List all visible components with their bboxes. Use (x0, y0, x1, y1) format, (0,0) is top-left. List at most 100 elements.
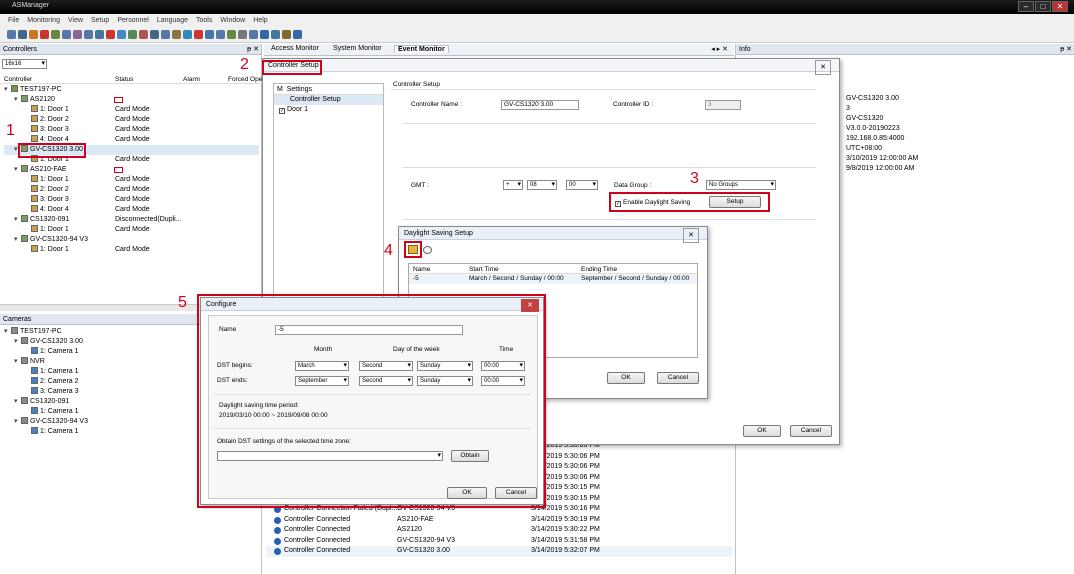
toolbar-icon[interactable] (7, 30, 16, 39)
tree-item-door[interactable]: ✓ Door 1 (274, 105, 383, 115)
tree-column-m: M (277, 86, 283, 93)
toolbar-icon[interactable] (128, 30, 137, 39)
menu-item[interactable]: Window (220, 14, 245, 27)
tree-row[interactable]: 1: Door 1 Card Mode (4, 105, 259, 115)
tree-row[interactable]: 1: Door 1 Card Mode (4, 245, 259, 255)
cancel-button[interactable]: Cancel (657, 372, 699, 384)
toolbar-icon[interactable] (249, 30, 258, 39)
expand-icon[interactable]: ▾ (14, 215, 21, 225)
toolbar-icon[interactable] (40, 30, 49, 39)
toolbar-icon[interactable] (282, 30, 291, 39)
expand-icon[interactable]: ▾ (14, 397, 21, 407)
window-title: ASManager (12, 2, 49, 9)
toolbar-icon[interactable] (18, 30, 27, 39)
pin-icon[interactable]: ᵽ (247, 44, 251, 55)
door-icon (31, 105, 38, 112)
toolbar-icon[interactable] (161, 30, 170, 39)
event-row[interactable]: Controller Connected GV-CS1320 3.00 3/14/2… (266, 546, 732, 557)
tree-row[interactable]: ▾ TEST197-PC (4, 85, 259, 95)
tree-row[interactable]: 4: Door 4 Card Mode (4, 205, 259, 215)
delete-icon[interactable] (423, 246, 432, 254)
tree-row[interactable]: ▾ CS1320-091 Disconnected(Dupli... (4, 215, 259, 225)
menu-item[interactable]: Help (253, 14, 267, 27)
close-icon[interactable]: ✕ (815, 60, 831, 75)
expand-icon[interactable]: ▾ (14, 235, 21, 245)
close-icon[interactable]: ✕ (253, 44, 259, 55)
toolbar-icon[interactable] (73, 30, 82, 39)
toolbar-icon[interactable] (260, 30, 269, 39)
toolbar-icon[interactable] (194, 30, 203, 39)
event-msg: Controller Connected (284, 547, 351, 554)
gmt-minute-select[interactable]: 00 (566, 180, 598, 190)
tree-row[interactable]: 2: Door 2 Card Mode (4, 115, 259, 125)
dst-list-row[interactable]: -5 March / Second / Sunday / 00:00 Septe… (409, 274, 697, 284)
toolbar-icon[interactable] (227, 30, 236, 39)
close-icon[interactable]: ✕ (683, 228, 699, 243)
menu-item[interactable]: Monitoring (27, 14, 60, 27)
toolbar-icon[interactable] (150, 30, 159, 39)
checkbox-icon[interactable]: ✓ (279, 108, 285, 114)
expand-icon[interactable]: ▾ (4, 327, 11, 337)
toolbar-icon[interactable] (238, 30, 247, 39)
tab-navigation[interactable]: ◂ ▸ ✕ (711, 45, 728, 53)
toolbar-icon[interactable] (205, 30, 214, 39)
tree-row[interactable]: 3: Door 3 Card Mode (4, 195, 259, 205)
tab-system-monitor[interactable]: System Monitor (330, 45, 385, 52)
toolbar-icon[interactable] (271, 30, 280, 39)
tree-row[interactable]: ▾ AS2120 (4, 95, 259, 105)
toolbar-icon[interactable] (84, 30, 93, 39)
grid-size-select[interactable]: 16x16 (2, 59, 47, 69)
toolbar-icon[interactable] (293, 30, 302, 39)
gmt-hour-select[interactable]: 08 (527, 180, 557, 190)
expand-icon[interactable]: ▾ (14, 357, 21, 367)
toolbar-icon[interactable] (117, 30, 126, 39)
tree-row[interactable]: 2: Door 2 Card Mode (4, 185, 259, 195)
menu-item[interactable]: Setup (91, 14, 109, 27)
menu-item[interactable]: Personnel (117, 14, 149, 27)
close-icon[interactable]: ᵽ ✕ (1060, 44, 1072, 55)
column-header[interactable]: Alarm (183, 76, 200, 83)
data-group-select[interactable]: No Groups (706, 180, 776, 190)
close-window-button[interactable]: ✕ (1052, 1, 1068, 12)
expand-icon[interactable]: ▾ (14, 165, 21, 175)
event-row[interactable]: Controller Connected GV-CS1320-94 V3 3/14/… (266, 536, 732, 547)
column-header[interactable]: Status (115, 76, 133, 83)
toolbar-icon[interactable] (29, 30, 38, 39)
tree-row[interactable]: ▾ GV-CS1320-94 V3 (4, 235, 259, 245)
minimize-button[interactable]: – (1018, 1, 1034, 12)
expand-icon[interactable]: ▾ (4, 85, 11, 95)
tab-event-monitor[interactable]: Event Monitor (394, 45, 449, 53)
controller-name-input[interactable]: GV-CS1320 3.00 (501, 100, 579, 110)
toolbar-icon[interactable] (139, 30, 148, 39)
tree-row[interactable]: 3: Door 3 Card Mode (4, 125, 259, 135)
toolbar-icon[interactable] (51, 30, 60, 39)
toolbar-icon[interactable] (62, 30, 71, 39)
gmt-sign-select[interactable]: + (503, 180, 523, 190)
menu-item[interactable]: View (68, 14, 83, 27)
ok-button[interactable]: OK (743, 425, 781, 437)
menu-item[interactable]: File (8, 14, 19, 27)
toolbar-icon[interactable] (106, 30, 115, 39)
toolbar-icon[interactable] (95, 30, 104, 39)
event-row[interactable]: Controller Connected AS2120 3/14/2019 5:30… (266, 525, 732, 536)
column-header[interactable]: Forced Ope (228, 76, 262, 83)
tree-row[interactable]: ▾ AS210-FAE (4, 165, 259, 175)
event-row[interactable]: Controller Connected AS210-FAE 3/14/2019 5… (266, 515, 732, 526)
info-value: 3/10/2019 12:00:00 AM (846, 155, 919, 162)
menu-item[interactable]: Language (157, 14, 188, 27)
toolbar-icon[interactable] (172, 30, 181, 39)
tab-access-monitor[interactable]: Access Monitor (268, 45, 322, 52)
expand-icon[interactable]: ▾ (14, 95, 21, 105)
toolbar-icon[interactable] (183, 30, 192, 39)
toolbar-icon[interactable] (216, 30, 225, 39)
expand-icon[interactable]: ▾ (14, 337, 21, 347)
ok-button[interactable]: OK (607, 372, 645, 384)
menu-item[interactable]: Tools (196, 14, 212, 27)
tree-row[interactable]: 1: Door 1 Card Mode (4, 225, 259, 235)
tree-item-controller-setup[interactable]: Controller Setup (274, 95, 383, 105)
column-header[interactable]: Controller (4, 76, 32, 83)
cancel-button[interactable]: Cancel (790, 425, 832, 437)
expand-icon[interactable]: ▾ (14, 417, 21, 427)
tree-row[interactable]: 1: Door 1 Card Mode (4, 175, 259, 185)
maximize-button[interactable]: □ (1035, 1, 1051, 12)
